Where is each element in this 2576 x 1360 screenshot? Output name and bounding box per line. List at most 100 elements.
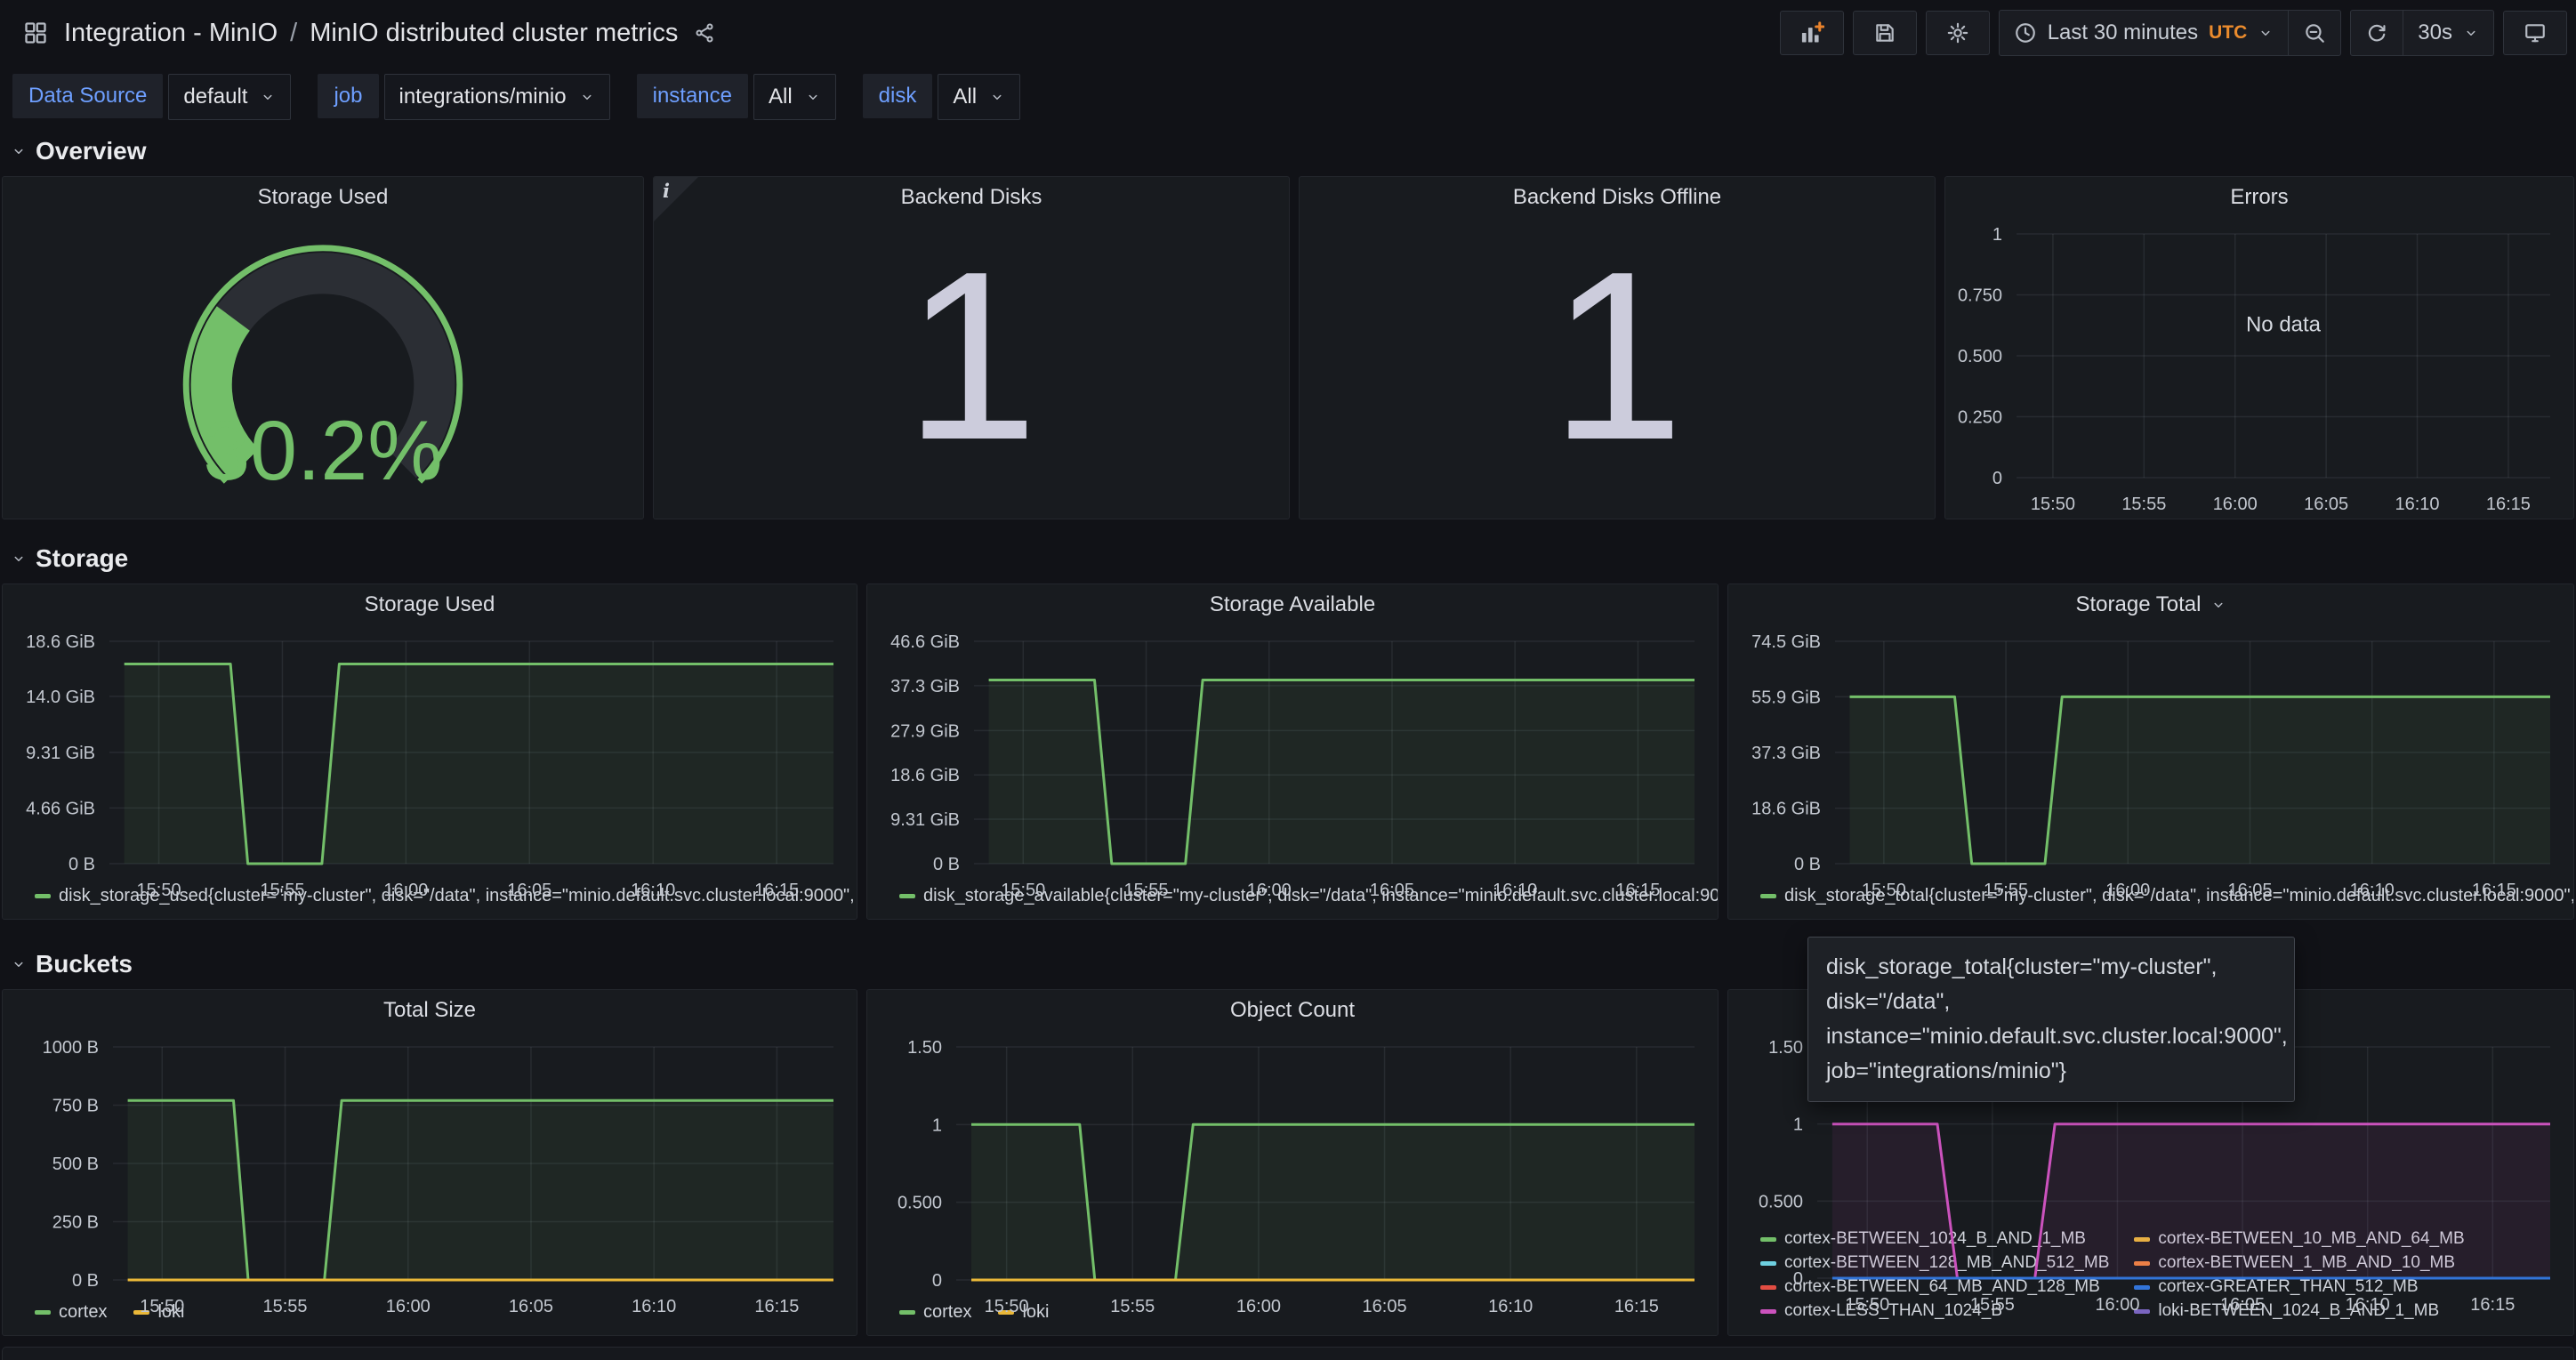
filter-datasource-value[interactable]: default: [168, 74, 291, 120]
panel-backend-disks-offline: Backend Disks Offline 1: [1299, 176, 1936, 519]
section-title: Buckets: [36, 950, 133, 978]
chevron-down-icon: [2258, 25, 2274, 41]
svg-text:46.6 GiB: 46.6 GiB: [890, 632, 960, 652]
panel-menu-chevron-icon[interactable]: [2210, 597, 2226, 613]
svg-text:16:00: 16:00: [1247, 881, 1292, 900]
stat-value: 1: [1300, 218, 1935, 519]
time-series-chart[interactable]: 0 B250 B500 B750 B1000 B15:5015:5516:001…: [3, 1031, 857, 1300]
svg-text:16:00: 16:00: [1236, 1297, 1281, 1316]
svg-text:37.3 GiB: 37.3 GiB: [890, 677, 960, 696]
svg-text:16:05: 16:05: [2220, 1295, 2265, 1315]
svg-text:1.50: 1.50: [907, 1038, 942, 1058]
svg-text:15:50: 15:50: [1001, 881, 1045, 900]
filter-disk-label[interactable]: disk: [863, 74, 933, 118]
panel-title[interactable]: Total Size: [3, 990, 857, 1031]
time-range-picker[interactable]: Last 30 minutes UTC: [2000, 11, 2289, 55]
time-series-chart[interactable]: 00.50011.5015:5015:5516:0016:0516:1016:1…: [867, 1031, 1718, 1300]
svg-text:16:10: 16:10: [2395, 495, 2439, 514]
chevron-down-icon: [260, 89, 276, 105]
svg-text:16:00: 16:00: [2105, 881, 2150, 900]
panel-object-count: Object Count 00.50011.5015:5015:5516:001…: [866, 989, 1719, 1336]
svg-text:16:00: 16:00: [2095, 1295, 2139, 1315]
filter-value-text: integrations/minio: [399, 84, 567, 109]
svg-text:750 B: 750 B: [52, 1097, 99, 1116]
refresh-interval-picker[interactable]: 30s: [2403, 11, 2493, 55]
panel-title[interactable]: Storage Used: [3, 584, 857, 625]
svg-text:16:10: 16:10: [631, 881, 675, 900]
chevron-down-icon: [2463, 25, 2479, 41]
zoom-out-button[interactable]: [2288, 11, 2340, 55]
add-panel-button[interactable]: [1780, 11, 1844, 55]
filter-instance-label[interactable]: instance: [637, 74, 748, 118]
svg-text:9.31 GiB: 9.31 GiB: [26, 744, 95, 763]
save-dashboard-button[interactable]: [1853, 11, 1917, 55]
time-series-chart[interactable]: 0 B4.66 GiB9.31 GiB14.0 GiB18.6 GiB15:50…: [3, 625, 857, 884]
breadcrumb: Integration - MinIO / MinIO distributed …: [64, 19, 678, 48]
svg-text:250 B: 250 B: [52, 1213, 99, 1233]
apps-grid-icon[interactable]: [23, 20, 48, 45]
save-icon: [1873, 21, 1896, 44]
svg-text:15:50: 15:50: [137, 881, 181, 900]
svg-text:16:05: 16:05: [507, 881, 551, 900]
svg-text:16:15: 16:15: [2470, 1295, 2515, 1315]
panel-title[interactable]: Storage Available: [867, 584, 1718, 625]
panel-title[interactable]: Errors: [1945, 177, 2573, 218]
svg-text:0.500: 0.500: [1759, 1192, 1803, 1211]
share-icon[interactable]: [694, 22, 715, 44]
time-series-chart[interactable]: 0 B18.6 GiB37.3 GiB55.9 GiB74.5 GiB15:50…: [1728, 625, 2573, 884]
refresh-interval-label: 30s: [2418, 20, 2452, 45]
gauge-chart[interactable]: 30.2%: [3, 218, 643, 519]
panel-title[interactable]: Storage Total: [1728, 584, 2573, 625]
dashboard-settings-button[interactable]: [1926, 11, 1990, 55]
time-series-chart[interactable]: 00.2500.5000.750115:5015:5516:0016:0516:…: [1945, 218, 2573, 519]
filter-disk-value[interactable]: All: [938, 74, 1020, 120]
filter-job-value[interactable]: integrations/minio: [384, 74, 610, 120]
time-range-label: Last 30 minutes: [2048, 20, 2198, 45]
svg-text:0.500: 0.500: [898, 1194, 942, 1213]
info-icon: i: [663, 180, 670, 202]
refresh-controls: 30s: [2350, 10, 2494, 56]
panel-title[interactable]: Backend Disks Offline: [1300, 177, 1935, 218]
svg-text:14.0 GiB: 14.0 GiB: [26, 688, 95, 707]
breadcrumb-folder[interactable]: Integration - MinIO: [64, 19, 278, 48]
stat-value: 1: [654, 218, 1289, 519]
filter-datasource-label[interactable]: Data Source: [12, 74, 163, 118]
svg-text:0.750: 0.750: [1958, 286, 2002, 306]
chevron-down-icon: [579, 89, 595, 105]
svg-text:16:15: 16:15: [1615, 881, 1660, 900]
svg-text:15:55: 15:55: [2121, 495, 2166, 514]
breadcrumb-separator: /: [290, 19, 297, 48]
svg-text:16:00: 16:00: [383, 881, 428, 900]
svg-text:15:55: 15:55: [262, 1297, 307, 1316]
svg-text:55.9 GiB: 55.9 GiB: [1751, 688, 1821, 707]
tooltip-line: instance="minio.default.svc.cluster.loca…: [1826, 1019, 2276, 1054]
filter-value-text: All: [953, 84, 977, 109]
svg-text:0 B: 0 B: [68, 855, 95, 874]
panel-title[interactable]: Backend Disks: [654, 177, 1289, 218]
filter-instance-value[interactable]: All: [753, 74, 836, 120]
svg-text:16:05: 16:05: [1363, 1297, 1407, 1316]
svg-text:16:15: 16:15: [1614, 1297, 1659, 1316]
page-title[interactable]: MinIO distributed cluster metrics: [310, 19, 678, 48]
panel-title[interactable]: Storage Used: [3, 177, 643, 218]
panel-storage-used-chart: Storage Used 0 B4.66 GiB9.31 GiB14.0 GiB…: [2, 583, 857, 920]
section-title: Storage: [36, 544, 128, 573]
refresh-button[interactable]: [2351, 11, 2403, 55]
svg-text:16:10: 16:10: [2350, 881, 2395, 900]
info-corner[interactable]: [654, 177, 698, 221]
template-variables-row: Data Source default job integrations/min…: [0, 66, 2576, 128]
svg-text:16:10: 16:10: [632, 1297, 676, 1316]
chevron-down-icon: [11, 143, 27, 159]
svg-text:15:55: 15:55: [1110, 1297, 1155, 1316]
svg-text:16:00: 16:00: [386, 1297, 431, 1316]
panel-title[interactable]: Object Count: [867, 990, 1718, 1031]
filter-job-label[interactable]: job: [318, 74, 378, 118]
time-series-chart[interactable]: 0 B9.31 GiB18.6 GiB27.9 GiB37.3 GiB46.6 …: [867, 625, 1718, 884]
tooltip-line: job="integrations/minio"}: [1826, 1054, 2276, 1089]
svg-text:15:50: 15:50: [2031, 495, 2075, 514]
section-header-storage[interactable]: Storage: [0, 543, 2576, 575]
section-header-overview[interactable]: Overview: [0, 135, 2576, 167]
cycle-view-mode-button[interactable]: [2503, 11, 2567, 55]
monitor-icon: [2524, 21, 2547, 44]
svg-text:16:10: 16:10: [2346, 1295, 2390, 1315]
